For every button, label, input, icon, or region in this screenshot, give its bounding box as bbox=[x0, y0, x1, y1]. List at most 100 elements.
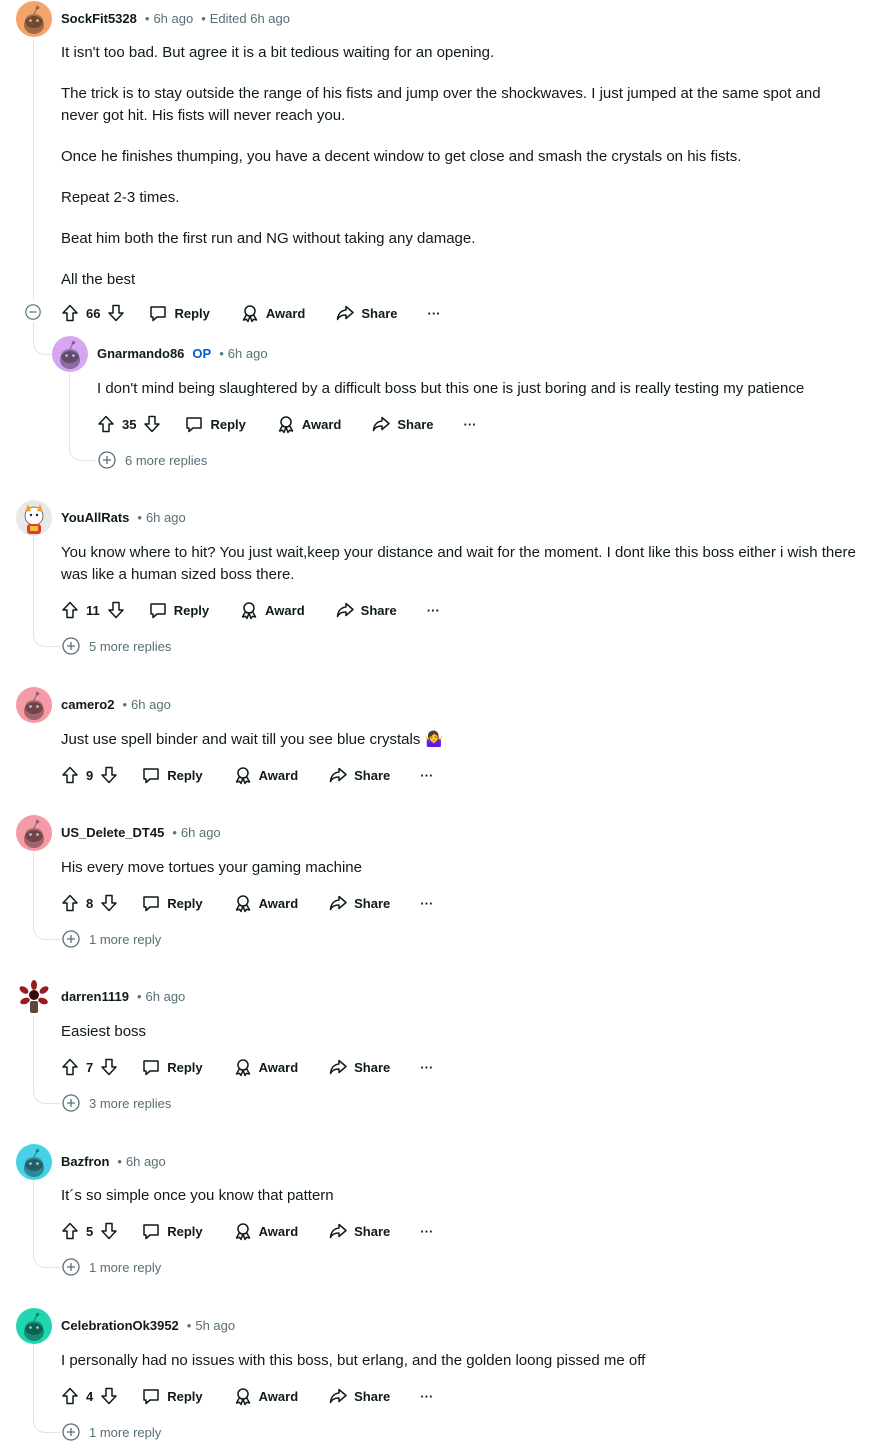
timestamp[interactable]: 6h ago bbox=[146, 989, 186, 1004]
more-replies-label: 6 more replies bbox=[125, 452, 208, 468]
share-icon bbox=[335, 600, 355, 620]
expand-plus-icon bbox=[97, 450, 117, 470]
timestamp[interactable]: 6h ago bbox=[131, 697, 171, 712]
award-icon bbox=[233, 1057, 253, 1077]
downvote-icon[interactable] bbox=[99, 765, 119, 785]
award-button[interactable]: Award bbox=[233, 1386, 299, 1406]
downvote-icon[interactable] bbox=[99, 1057, 119, 1077]
more-replies-link[interactable]: 1 more reply bbox=[61, 1422, 161, 1442]
downvote-icon[interactable] bbox=[106, 303, 126, 323]
avatar[interactable] bbox=[16, 815, 52, 851]
share-label: Share bbox=[354, 767, 391, 783]
more-replies-link[interactable]: 5 more replies bbox=[61, 636, 171, 656]
username[interactable]: darren1119 bbox=[61, 989, 129, 1004]
reply-button[interactable]: Reply bbox=[141, 1057, 203, 1077]
upvote-icon[interactable] bbox=[60, 303, 80, 323]
more-replies-link[interactable]: 1 more reply bbox=[61, 1257, 161, 1277]
timestamp[interactable]: 6h ago bbox=[153, 11, 193, 26]
share-label: Share bbox=[361, 305, 398, 321]
downvote-icon[interactable] bbox=[99, 893, 119, 913]
share-label: Share bbox=[354, 895, 391, 911]
downvote-icon[interactable] bbox=[106, 600, 126, 620]
timestamp[interactable]: 6h ago bbox=[126, 1154, 166, 1169]
upvote-icon[interactable] bbox=[60, 893, 80, 913]
username[interactable]: camero2 bbox=[61, 697, 114, 712]
upvote-icon[interactable] bbox=[60, 1057, 80, 1077]
more-options-button[interactable]: ··· bbox=[420, 768, 433, 783]
more-options-button[interactable]: ··· bbox=[428, 306, 441, 321]
thread-connector bbox=[33, 900, 60, 940]
reply-button[interactable]: Reply bbox=[141, 765, 203, 785]
share-button[interactable]: Share bbox=[328, 1057, 390, 1077]
award-button[interactable]: Award bbox=[239, 600, 305, 620]
more-options-button[interactable]: ··· bbox=[420, 896, 433, 911]
avatar[interactable] bbox=[16, 687, 52, 723]
award-label: Award bbox=[258, 1388, 299, 1404]
more-options-icon: ··· bbox=[426, 602, 440, 618]
more-replies-link[interactable]: 6 more replies bbox=[97, 450, 207, 470]
reply-button[interactable]: Reply bbox=[148, 600, 209, 620]
downvote-icon[interactable] bbox=[99, 1386, 119, 1406]
reply-button[interactable]: Reply bbox=[141, 1386, 203, 1406]
thread-connector bbox=[33, 322, 54, 355]
avatar[interactable] bbox=[16, 1, 52, 37]
timestamp[interactable]: 6h ago bbox=[228, 346, 268, 361]
username[interactable]: CelebrationOk3952 bbox=[61, 1318, 179, 1333]
downvote-icon[interactable] bbox=[142, 414, 162, 434]
award-button[interactable]: Award bbox=[276, 414, 341, 434]
more-options-button[interactable]: ··· bbox=[420, 1389, 433, 1404]
award-button[interactable]: Award bbox=[233, 893, 298, 913]
share-button[interactable]: Share bbox=[371, 414, 434, 434]
collapse-thread-icon[interactable] bbox=[24, 303, 42, 321]
more-options-icon: ··· bbox=[427, 305, 441, 321]
avatar[interactable] bbox=[16, 979, 52, 1015]
award-button[interactable]: Award bbox=[233, 765, 298, 785]
downvote-icon[interactable] bbox=[99, 1221, 119, 1241]
award-icon bbox=[240, 303, 260, 323]
reply-button[interactable]: Reply bbox=[141, 893, 203, 913]
upvote-icon[interactable] bbox=[96, 414, 116, 434]
comment-body: You know where to hit? You just wait,kee… bbox=[61, 542, 861, 586]
comment-icon bbox=[141, 1386, 161, 1406]
vote-count: 7 bbox=[86, 1059, 94, 1075]
more-options-button[interactable]: ··· bbox=[420, 1224, 433, 1239]
upvote-icon[interactable] bbox=[60, 1221, 80, 1241]
more-options-button[interactable]: ··· bbox=[427, 603, 440, 618]
username[interactable]: US_Delete_DT45 bbox=[61, 825, 164, 840]
reply-button[interactable]: Reply bbox=[184, 414, 246, 434]
username[interactable]: Bazfron bbox=[61, 1154, 109, 1169]
expand-plus-icon bbox=[61, 636, 81, 656]
avatar[interactable] bbox=[16, 1144, 52, 1180]
award-button[interactable]: Award bbox=[233, 1057, 298, 1077]
share-button[interactable]: Share bbox=[335, 600, 397, 620]
upvote-icon[interactable] bbox=[60, 600, 80, 620]
share-button[interactable]: Share bbox=[328, 1221, 390, 1241]
avatar[interactable] bbox=[16, 1308, 52, 1344]
award-button[interactable]: Award bbox=[240, 303, 305, 323]
comment-meta: Gnarmando86 OP • 6h ago bbox=[97, 346, 268, 361]
comment-icon bbox=[141, 765, 161, 785]
comment-icon bbox=[184, 414, 204, 434]
avatar[interactable] bbox=[16, 500, 52, 536]
more-replies-link[interactable]: 3 more replies bbox=[61, 1093, 171, 1113]
share-button[interactable]: Share bbox=[328, 1386, 390, 1406]
timestamp[interactable]: 5h ago bbox=[195, 1318, 235, 1333]
reply-button[interactable]: Reply bbox=[141, 1221, 203, 1241]
username[interactable]: Gnarmando86 bbox=[97, 346, 184, 361]
username[interactable]: YouAllRats bbox=[61, 510, 129, 525]
award-button[interactable]: Award bbox=[233, 1221, 298, 1241]
vote-count: 4 bbox=[86, 1388, 94, 1404]
share-button[interactable]: Share bbox=[335, 303, 398, 323]
upvote-icon[interactable] bbox=[60, 1386, 80, 1406]
more-options-button[interactable]: ··· bbox=[420, 1060, 433, 1075]
share-button[interactable]: Share bbox=[328, 765, 390, 785]
timestamp[interactable]: 6h ago bbox=[181, 825, 221, 840]
username[interactable]: SockFit5328 bbox=[61, 11, 137, 26]
more-options-button[interactable]: ··· bbox=[464, 417, 477, 432]
share-button[interactable]: Share bbox=[328, 893, 390, 913]
timestamp[interactable]: 6h ago bbox=[146, 510, 186, 525]
avatar[interactable] bbox=[52, 336, 88, 372]
more-replies-link[interactable]: 1 more reply bbox=[61, 929, 161, 949]
upvote-icon[interactable] bbox=[60, 765, 80, 785]
reply-button[interactable]: Reply bbox=[148, 303, 210, 323]
